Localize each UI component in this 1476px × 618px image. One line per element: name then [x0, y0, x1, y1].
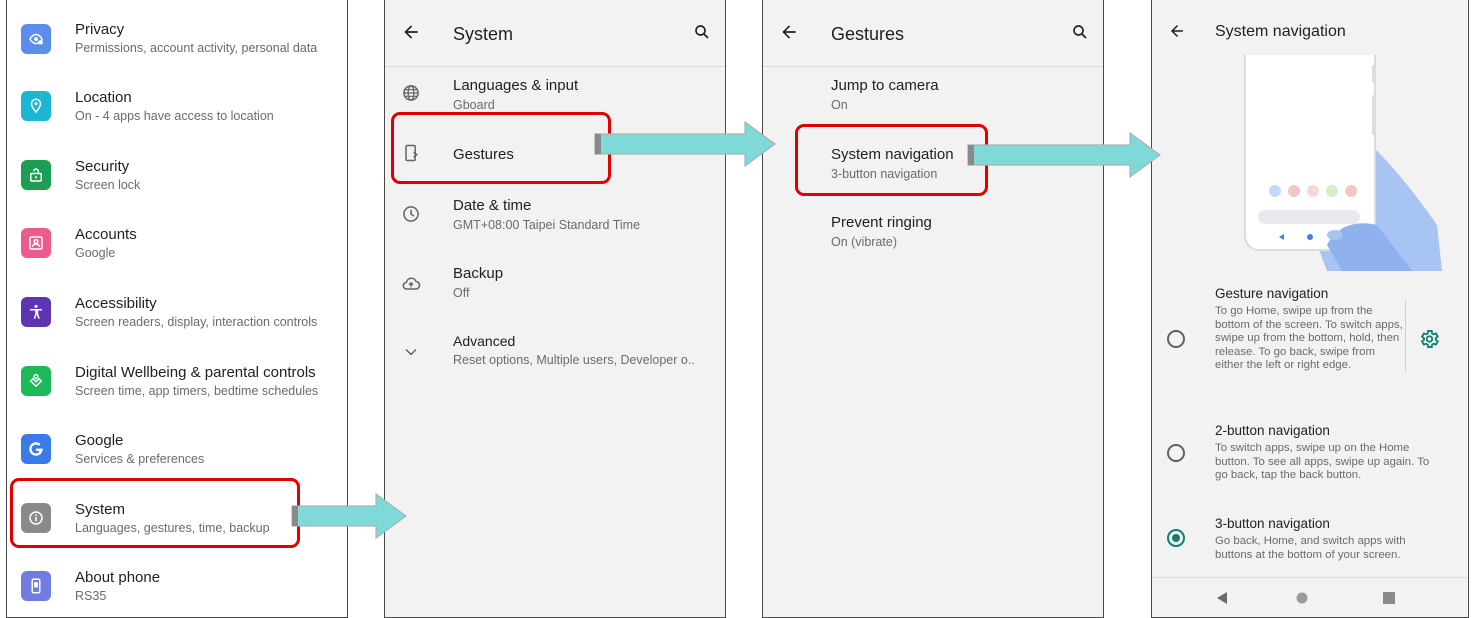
menu-item-subtitle: Reset options, Multiple users, Developer… — [453, 353, 695, 367]
settings-item-title: Location — [75, 89, 132, 106]
settings-item-title: About phone — [75, 569, 161, 586]
system-navigation-panel: System navigation Gesture navigation To … — [1151, 0, 1469, 618]
gestures-panel: Gestures Jump to camera On System naviga… — [762, 0, 1104, 618]
settings-item-about-phone[interactable]: About phone RS35 — [7, 553, 347, 617]
accessibility-icon — [21, 297, 51, 327]
clock-icon — [403, 206, 419, 222]
menu-item-title: Prevent ringing — [831, 214, 932, 231]
menu-item-prevent-ringing[interactable]: Prevent ringing On (vibrate) — [763, 198, 1103, 266]
back-arrow-icon[interactable] — [401, 22, 421, 42]
option-description: Go back, Home, and switch apps with butt… — [1215, 535, 1406, 561]
menu-item-jump-to-camera[interactable]: Jump to camera On — [763, 66, 1103, 130]
settings-item-title: Privacy — [75, 21, 125, 38]
option-title: 2-button navigation — [1215, 423, 1330, 438]
wellbeing-icon — [21, 366, 51, 396]
settings-item-subtitle: Services & preferences — [75, 452, 205, 466]
phone-icon — [21, 571, 51, 601]
navigation-bar — [1217, 592, 1395, 604]
settings-item-subtitle: Screen lock — [75, 178, 141, 192]
settings-item-accessibility[interactable]: Accessibility Screen readers, display, i… — [7, 279, 347, 345]
globe-icon — [403, 85, 419, 101]
settings-item-subtitle: Screen readers, display, interaction con… — [75, 315, 318, 329]
search-icon[interactable] — [693, 23, 711, 41]
settings-item-title: Google — [75, 432, 124, 449]
option-description: To go Home, swipe up from the bottom of … — [1215, 305, 1403, 371]
radio-button[interactable] — [1167, 444, 1185, 462]
option-description: To switch apps, swipe up on the Home but… — [1215, 442, 1430, 481]
menu-item-title: Jump to camera — [831, 77, 939, 94]
gear-icon[interactable] — [1418, 328, 1440, 350]
page-title: System — [453, 24, 514, 44]
location-icon — [21, 91, 51, 121]
menu-item-subtitle: GMT+08:00 Taipei Standard Time — [453, 218, 641, 232]
search-icon[interactable] — [1071, 23, 1089, 41]
accounts-icon — [21, 228, 51, 258]
menu-item-subtitle: Gboard — [453, 98, 495, 112]
settings-item-title: Accessibility — [75, 295, 157, 312]
arrow-to-gestures-panel — [594, 120, 777, 168]
nav-back-icon[interactable] — [1217, 592, 1227, 604]
highlight-system — [10, 478, 300, 548]
settings-item-subtitle: Screen time, app timers, bedtime schedul… — [75, 384, 319, 398]
settings-item-location[interactable]: Location On - 4 apps have access to loca… — [7, 73, 347, 139]
radio-button-selected[interactable] — [1167, 529, 1185, 547]
navigation-illustration — [1152, 55, 1468, 271]
divider — [1405, 300, 1406, 372]
back-arrow-icon[interactable] — [779, 22, 799, 42]
menu-item-backup[interactable]: Backup Off — [385, 252, 725, 320]
page-title: System navigation — [1215, 23, 1346, 40]
cloud-upload-icon — [402, 277, 421, 290]
menu-item-subtitle: Off — [453, 286, 470, 300]
menu-item-title: Languages & input — [453, 77, 579, 94]
arrow-to-system-navigation-panel — [967, 131, 1162, 179]
option-title: 3-button navigation — [1215, 516, 1330, 531]
settings-item-subtitle: On - 4 apps have access to location — [75, 109, 274, 123]
lock-icon — [21, 160, 51, 190]
menu-item-subtitle: On (vibrate) — [831, 235, 897, 249]
settings-item-title: Security — [75, 158, 130, 175]
settings-item-title: Accounts — [75, 226, 137, 243]
settings-item-subtitle: Google — [75, 246, 116, 260]
highlight-system-navigation — [795, 124, 988, 196]
chevron-down-icon — [405, 348, 417, 356]
menu-item-date-time[interactable]: Date & time GMT+08:00 Taipei Standard Ti… — [385, 184, 725, 252]
settings-item-title: Digital Wellbeing & parental controls — [75, 364, 316, 381]
app-bar: Gestures — [763, 0, 1103, 66]
nav-home-icon[interactable] — [1296, 592, 1308, 604]
menu-item-subtitle: On — [831, 98, 848, 112]
settings-item-subtitle: RS35 — [75, 589, 107, 603]
system-panel: System Languages & input Gboard Gestures… — [384, 0, 726, 618]
privacy-icon — [21, 24, 51, 54]
settings-item-subtitle: Permissions, account activity, personal … — [75, 41, 318, 55]
settings-item-privacy[interactable]: Privacy Permissions, account activity, p… — [7, 6, 347, 72]
arrow-to-system-panel — [291, 492, 408, 540]
settings-item-digital-wellbeing[interactable]: Digital Wellbeing & parental controls Sc… — [7, 348, 347, 414]
menu-item-title: Date & time — [453, 197, 532, 214]
nav-recents-icon[interactable] — [1383, 592, 1395, 604]
menu-item-title: Advanced — [453, 333, 516, 349]
settings-item-google[interactable]: Google Services & preferences — [7, 416, 347, 482]
google-icon — [21, 434, 51, 464]
page-title: Gestures — [831, 24, 905, 44]
back-arrow-icon[interactable] — [1168, 22, 1186, 40]
app-bar: System — [385, 0, 725, 66]
menu-item-title: Backup — [453, 265, 504, 282]
app-bar: System navigation — [1152, 0, 1468, 55]
settings-item-security[interactable]: Security Screen lock — [7, 142, 347, 208]
highlight-gestures — [391, 112, 611, 184]
settings-item-accounts[interactable]: Accounts Google — [7, 210, 347, 276]
radio-button[interactable] — [1167, 330, 1185, 348]
option-title: Gesture navigation — [1215, 286, 1329, 301]
menu-item-advanced[interactable]: Advanced Reset options, Multiple users, … — [385, 320, 725, 388]
